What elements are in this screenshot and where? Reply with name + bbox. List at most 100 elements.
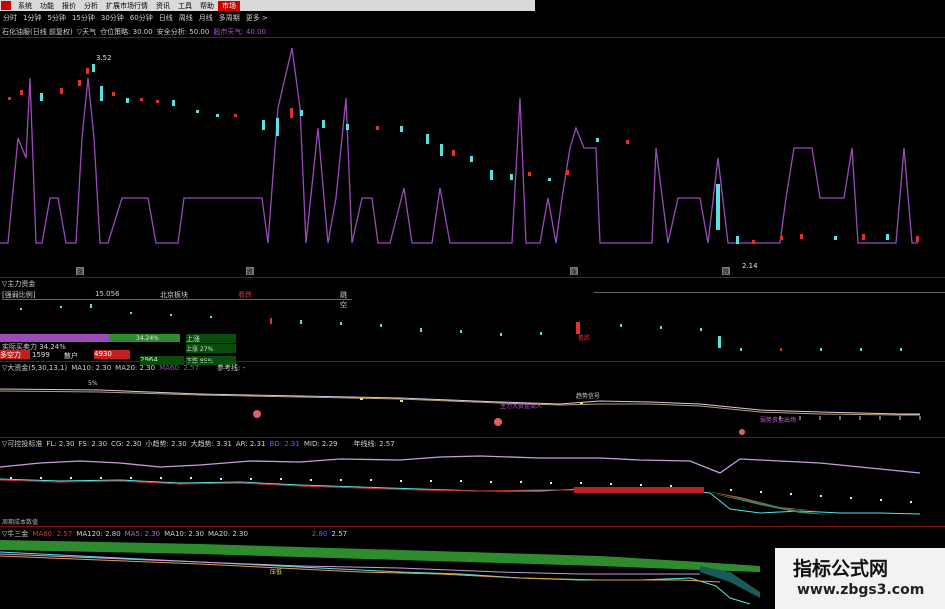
- menu-item-analysis[interactable]: 分析: [80, 1, 102, 11]
- menu-item-news[interactable]: 资讯: [152, 1, 174, 11]
- long-short-value: 1599: [32, 351, 50, 359]
- bull-gold-ma5: MA5: 2.30: [124, 530, 161, 538]
- red-band: [574, 487, 704, 493]
- controllable-big-trend: 大趋势: 3.31: [190, 440, 232, 448]
- brand-watermark: 指标公式网 www.zbgs3.com: [775, 548, 945, 609]
- retail-label: 散户: [64, 352, 78, 360]
- panel-divider: [0, 437, 945, 438]
- period-60min[interactable]: 60分钟: [127, 13, 156, 23]
- orange-band: [706, 491, 820, 511]
- bull-gold-ma120: MA120: 2.80: [76, 530, 121, 538]
- big-capital-line-b: [0, 390, 920, 416]
- controllable-cg: CG: 2.30: [111, 440, 142, 448]
- menu-item-tools[interactable]: 工具: [174, 1, 196, 11]
- panel-divider: [0, 361, 945, 362]
- period-multi[interactable]: 多周期: [216, 13, 243, 23]
- period-month[interactable]: 月线: [196, 13, 216, 23]
- period-intraday[interactable]: 分时: [0, 13, 20, 23]
- menu-item-function[interactable]: 功能: [36, 1, 58, 11]
- cost-label: 周期成本数值: [2, 519, 39, 526]
- big-capital-ma60: MA60: 2.57: [159, 364, 199, 372]
- controllable-title-row: ▽可控投标准 FL: 2.30 FS: 2.30 CG: 2.30 小趋势: 2…: [2, 439, 395, 449]
- period-30min[interactable]: 30分钟: [98, 13, 127, 23]
- sector-name: 北京板块: [160, 291, 188, 299]
- ratio-label: [强弱比例]: [2, 291, 36, 299]
- period-1min[interactable]: 1分钟: [20, 13, 44, 23]
- main-chart-title-row: 石化油服(日线 前复权) ▽天气 仓位策略: 30.00 安全分析: 50.00…: [2, 27, 266, 37]
- big-capital-title-row: ▽大资金(5,30,13,1) MA10: 2.30 MA20: 2.30 MA…: [2, 363, 245, 373]
- label-trend: 趋势信号: [576, 392, 600, 400]
- menu-item-market[interactable]: 市场: [218, 0, 240, 11]
- signal-marker-label: 涨: [77, 268, 83, 276]
- period-day[interactable]: 日线: [156, 13, 176, 23]
- up-box: 上涨: [186, 334, 236, 343]
- controllable-small-trend: 小趋势: 2.30: [145, 440, 187, 448]
- position-strategy: 仓位策略: 30.00: [100, 28, 153, 36]
- buy-power-pct: 34.24%: [136, 335, 159, 342]
- controllable-mid: MID: 2.29: [303, 440, 338, 448]
- bull-gold-ma20: MA20: 2.30: [208, 530, 248, 538]
- ratio-value: 15.056: [95, 290, 120, 298]
- signal-marker-label: 涨: [571, 268, 577, 276]
- bearish-arrow-label: 看跌: [578, 334, 590, 342]
- menu-item-quote[interactable]: 报价: [58, 1, 80, 11]
- brand-url: www.zbgs3.com: [797, 582, 925, 598]
- controllable-fs: FS: 2.30: [78, 440, 108, 448]
- suppress-mark: 压低: [270, 568, 282, 576]
- big-capital-ticks: [779, 416, 921, 420]
- label-outflow: 弱势资金出场: [760, 416, 796, 424]
- indicator-name[interactable]: ▽天气: [77, 27, 96, 37]
- menu-item-extended-market[interactable]: 扩展市场行情: [102, 1, 152, 11]
- weather-line: [0, 47, 918, 244]
- big-capital-chart[interactable]: 5% 主力大资金流入 趋势信号 弱势资金出场: [0, 374, 945, 436]
- big-capital-ma20: MA20: 2.30: [115, 364, 156, 372]
- signal-bubble: [253, 410, 261, 418]
- pct-label: 5%: [88, 380, 98, 387]
- stock-title: 石化油服(日线 前复权): [2, 28, 73, 36]
- panel-divider: [0, 526, 945, 527]
- period-more[interactable]: 更多 >: [243, 13, 271, 23]
- main-price-chart[interactable]: 3.52 2.14 涨 跌 涨 跌: [0, 38, 945, 276]
- tag-bearish: 看跌: [238, 291, 252, 299]
- high-price-label: 3.52: [96, 54, 112, 62]
- big-capital-title[interactable]: ▽大资金(5,30,13,1): [2, 363, 67, 373]
- menu-item-system[interactable]: 系统: [14, 1, 36, 11]
- bull-gold-v1: 2.80: [311, 530, 328, 538]
- app-logo-icon: [1, 1, 11, 10]
- signal-bubble: [494, 418, 502, 426]
- controllable-fl: FL: 2.30: [46, 440, 75, 448]
- up-pct-box: 上涨 27%: [186, 344, 236, 353]
- period-week[interactable]: 周线: [176, 13, 196, 23]
- signal-marker-label: 跌: [247, 268, 253, 276]
- controllable-year-line: 年线线: 2.57: [353, 440, 395, 448]
- signal-bubble: [739, 429, 745, 435]
- big-capital-ma10: MA10: 2.30: [71, 364, 112, 372]
- bull-gold-ma10: MA10: 2.30: [164, 530, 205, 538]
- safety-analysis: 安全分析: 50.00: [156, 28, 210, 36]
- retail-cell: 4930: [94, 350, 130, 359]
- ratio-row: [强弱比例] 15.056 北京板块 看跌 跳空: [2, 290, 352, 309]
- buy-power-bar: [0, 334, 110, 342]
- controllable-ar: AR: 2.31: [235, 440, 266, 448]
- up-box-label: 上涨: [186, 335, 200, 343]
- controllable-chart[interactable]: [0, 449, 945, 525]
- signal-marker-label: 跌: [723, 268, 729, 276]
- menu-item-help[interactable]: 帮助: [196, 1, 218, 11]
- period-bar: 分时 1分钟 5分钟 15分钟 30分钟 60分钟 日线 周线 月线 多周期 更…: [0, 13, 271, 23]
- main-force-name[interactable]: ▽主力资金: [2, 279, 35, 289]
- controllable-title[interactable]: ▽可控投标准: [2, 439, 42, 449]
- menu-bar: 系统 功能 报价 分析 扩展市场行情 资讯 工具 帮助 市场: [0, 0, 535, 11]
- ratio-underline: [594, 292, 945, 293]
- period-15min[interactable]: 15分钟: [69, 13, 98, 23]
- brand-name: 指标公式网: [793, 558, 889, 580]
- up-pct-label: 上涨 27%: [186, 346, 214, 353]
- period-5min[interactable]: 5分钟: [44, 13, 68, 23]
- panel-divider: [0, 277, 945, 278]
- candles: [8, 64, 919, 244]
- long-short-label: 多空力: [0, 351, 21, 359]
- market-weather: 股市天气: 40.00: [213, 28, 266, 36]
- bull-gold-v2: 2.57: [331, 530, 348, 538]
- big-capital-ref: 参考线: -: [216, 364, 246, 372]
- main-force-title: ▽主力资金: [2, 279, 35, 289]
- low-price-label: 2.14: [742, 262, 758, 270]
